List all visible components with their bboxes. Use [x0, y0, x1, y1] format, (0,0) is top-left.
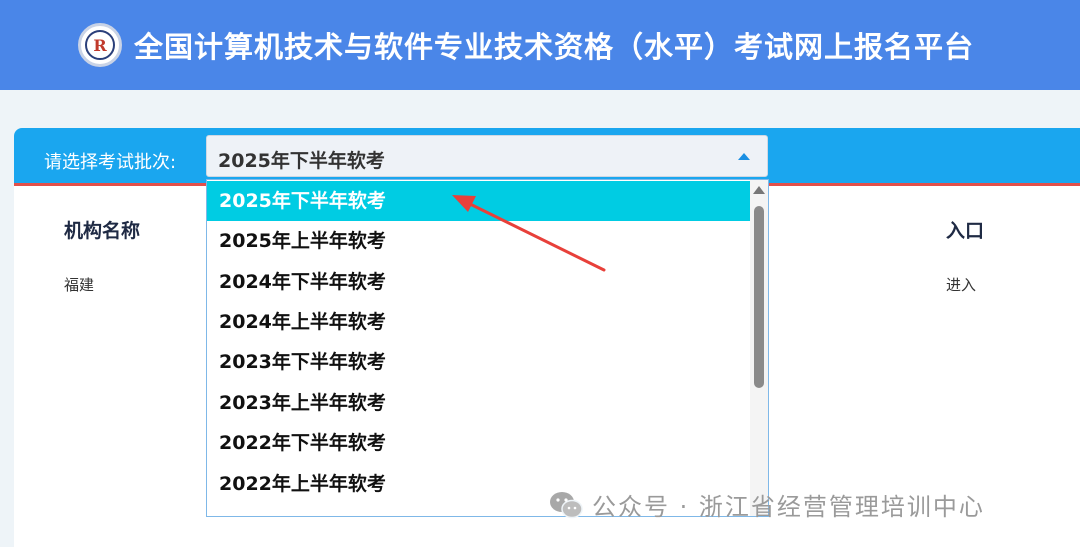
- column-header-entry: 入口: [946, 220, 985, 242]
- site-header: R 全国计算机技术与软件专业技术资格（水平）考试网上报名平台: [0, 0, 1080, 90]
- wechat-icon: [550, 491, 583, 518]
- dropdown-option[interactable]: 2025年上半年软考: [207, 221, 751, 261]
- dropdown-option[interactable]: 2023年上半年软考: [207, 383, 751, 423]
- column-header-org: 机构名称: [64, 220, 141, 242]
- table-cell-org: 福建: [64, 276, 95, 294]
- scroll-up-icon[interactable]: [753, 186, 765, 194]
- watermark-text: 公众号 · 浙江省经营管理培训中心: [592, 493, 985, 521]
- logo-emblem: R: [85, 30, 115, 60]
- dropdown-option-selected[interactable]: 2025年下半年软考: [207, 181, 751, 221]
- dropdown-option[interactable]: 2024年下半年软考: [207, 262, 751, 302]
- dropdown-option[interactable]: 2022年下半年软考: [207, 423, 751, 463]
- dropdown-scrollbar[interactable]: [750, 180, 768, 516]
- site-logo: R: [78, 23, 122, 67]
- batch-dropdown-list[interactable]: 2025年下半年软考 2025年上半年软考 2024年下半年软考 2024年上半…: [206, 179, 769, 517]
- caret-up-icon[interactable]: [738, 153, 750, 160]
- dropdown-option[interactable]: 2023年下半年软考: [207, 342, 751, 382]
- batch-select-value: 2025年下半年软考: [218, 150, 385, 172]
- site-title: 全国计算机技术与软件专业技术资格（水平）考试网上报名平台: [134, 30, 975, 64]
- batch-select[interactable]: 2025年下半年软考: [206, 135, 768, 177]
- watermark: 公众号 · 浙江省经营管理培训中心: [548, 487, 985, 522]
- batch-label: 请选择考试批次:: [44, 152, 177, 173]
- scroll-thumb[interactable]: [754, 206, 764, 388]
- dropdown-option[interactable]: 2024年上半年软考: [207, 302, 751, 342]
- batch-bar: 请选择考试批次: 2025年下半年软考: [14, 128, 1080, 186]
- enter-link[interactable]: 进入: [946, 274, 976, 295]
